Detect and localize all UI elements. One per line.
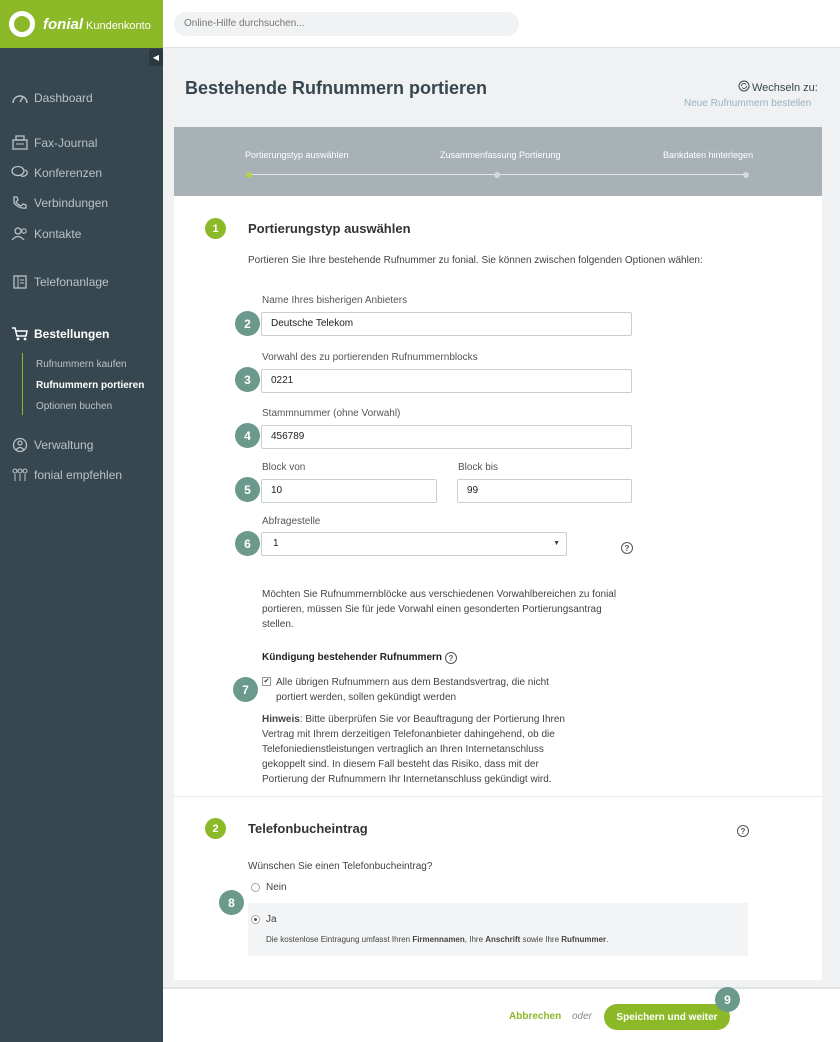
annotation-marker-4: 4	[235, 423, 260, 448]
step-dot-2	[494, 172, 500, 178]
termination-checkbox-label[interactable]: Alle übrigen Rufnummern aus dem Bestands…	[276, 675, 561, 705]
cancel-link[interactable]: Abbrechen	[509, 1011, 561, 1022]
refresh-icon	[738, 80, 750, 95]
sidebar-item-bestellungen[interactable]: Bestellungen	[10, 325, 109, 343]
sidebar-item-kontakte[interactable]: Kontakte	[10, 225, 81, 243]
sidebar-item-verbindungen[interactable]: Verbindungen	[10, 194, 108, 212]
annotation-marker-9: 9	[715, 987, 740, 1012]
phone-icon	[10, 194, 30, 212]
chevron-down-icon: ▼	[553, 540, 560, 547]
save-and-continue-button[interactable]: Speichern und weiter	[604, 1004, 730, 1030]
brand-suffix: Kundenkonto	[86, 19, 151, 32]
top-bar: Online-Hilfe durchsuchen...	[163, 0, 840, 48]
brand-name: fonial	[43, 15, 83, 33]
block-from-label: Block von	[262, 462, 306, 473]
base-number-label: Stammnummer (ohne Vorwahl)	[262, 408, 401, 419]
radio-nein-label[interactable]: Nein	[266, 880, 287, 895]
sidebar-item-fonial-empfehlen[interactable]: fonial empfehlen	[10, 466, 122, 484]
annotation-marker-6: 6	[235, 531, 260, 556]
help-icon[interactable]: ?	[621, 542, 633, 554]
sidebar-item-dashboard[interactable]: Dashboard	[10, 89, 93, 107]
chat-icon	[10, 164, 30, 182]
switch-to-label: Wechseln zu:	[738, 80, 818, 95]
phonebook-note: Die kostenlose Eintragung umfasst Ihren …	[266, 935, 609, 944]
sidebar-subitem-optionen-buchen[interactable]: Optionen buchen	[36, 401, 112, 412]
section-title-telefonbuch: Telefonbucheintrag	[248, 821, 368, 836]
sidebar-item-telefonanlage[interactable]: Telefonanlage	[10, 273, 109, 291]
radio-ja-label[interactable]: Ja	[266, 912, 277, 927]
block-to-label: Block bis	[458, 462, 499, 473]
page-title: Bestehende Rufnummern portieren	[185, 78, 488, 98]
section1-intro: Portieren Sie Ihre bestehende Rufnummer …	[248, 255, 703, 266]
gauge-icon	[10, 89, 30, 107]
provider-input[interactable]: Deutsche Telekom	[261, 312, 632, 336]
radio-nein[interactable]	[251, 883, 260, 892]
step-dot-1	[246, 172, 252, 178]
sidebar-item-verwaltung[interactable]: Verwaltung	[10, 436, 93, 454]
help-icon[interactable]: ?	[445, 652, 457, 664]
search-input[interactable]: Online-Hilfe durchsuchen...	[174, 12, 519, 36]
section-number-2: 2	[205, 818, 226, 839]
step-label-portierungstyp: Portierungstyp auswählen	[245, 150, 349, 160]
sidebar-subitem-rufnummern-portieren[interactable]: Rufnummern portieren	[36, 380, 144, 391]
prefix-label: Vorwahl des zu portierenden Rufnummernbl…	[262, 352, 478, 363]
fax-icon	[10, 134, 30, 152]
progress-stepper: Portierungstyp auswählen Zusammenfassung…	[174, 127, 822, 196]
query-point-label: Abfragestelle	[262, 516, 321, 527]
step-dot-3	[743, 172, 749, 178]
block-from-input[interactable]: 10	[261, 479, 437, 503]
hint-text: Hinweis: Bitte überprüfen Sie vor Beauft…	[262, 714, 565, 785]
phonebook-yes-box	[248, 903, 748, 956]
submenu-indicator	[22, 353, 23, 415]
sidebar: fonial Kundenkonto ◀ Dashboard Fax-Journa…	[0, 0, 163, 1042]
provider-label: Name Ihres bisherigen Anbieters	[262, 295, 408, 306]
contacts-icon	[10, 225, 30, 243]
termination-title: Kündigung bestehender Rufnummern	[262, 652, 442, 663]
prefix-input[interactable]: 0221	[261, 369, 632, 393]
annotation-marker-7: 7	[233, 677, 258, 702]
multi-prefix-info: Möchten Sie Rufnummernblöcke aus verschi…	[262, 589, 617, 630]
step-label-bankdaten: Bankdaten hinterlegen	[663, 150, 754, 160]
annotation-marker-2: 2	[235, 311, 260, 336]
annotation-marker-5: 5	[235, 477, 260, 502]
sidebar-item-fax-journal[interactable]: Fax-Journal	[10, 134, 97, 152]
query-point-select[interactable]: 1 ▼	[261, 532, 567, 556]
block-to-input[interactable]: 99	[457, 479, 632, 503]
phonebook-question: Wünschen Sie einen Telefonbucheintrag?	[248, 861, 433, 872]
section-title-portierungstyp: Portierungstyp auswählen	[248, 221, 411, 236]
collapse-sidebar-button[interactable]: ◀	[149, 49, 163, 66]
radio-ja[interactable]	[251, 915, 260, 924]
fonial-logo-icon	[9, 11, 35, 37]
step-label-zusammenfassung: Zusammenfassung Portierung	[440, 150, 561, 160]
annotation-marker-3: 3	[235, 367, 260, 392]
base-number-input[interactable]: 456789	[261, 425, 632, 449]
or-text: oder	[572, 1011, 593, 1022]
admin-icon	[10, 436, 30, 454]
new-numbers-link[interactable]: Neue Rufnummern bestellen	[684, 98, 811, 109]
section-divider	[174, 796, 822, 797]
pbx-icon	[10, 273, 30, 291]
recommend-icon	[10, 466, 30, 484]
sidebar-subitem-rufnummern-kaufen[interactable]: Rufnummern kaufen	[36, 359, 127, 370]
section-number-1: 1	[205, 218, 226, 239]
sidebar-item-konferenzen[interactable]: Konferenzen	[10, 164, 102, 182]
logo[interactable]: fonial Kundenkonto	[0, 0, 163, 48]
cart-icon	[10, 325, 30, 343]
help-icon[interactable]: ?	[737, 825, 749, 837]
termination-checkbox[interactable]: ✔	[262, 677, 271, 686]
annotation-marker-8: 8	[219, 890, 244, 915]
